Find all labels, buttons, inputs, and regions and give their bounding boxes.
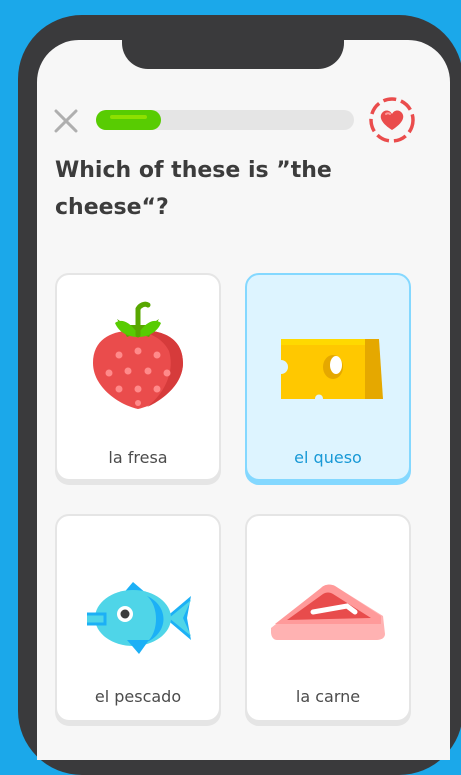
meat-icon (271, 584, 385, 640)
option-label: el queso (294, 448, 362, 467)
question-prompt: Which of these is ”the cheese“? (55, 152, 385, 226)
option-label: la fresa (108, 448, 168, 467)
cheese-icon (274, 339, 383, 399)
lesson-progress-bar (96, 110, 354, 130)
option-label: la carne (295, 687, 361, 706)
close-button[interactable] (53, 108, 79, 134)
strawberry-icon (93, 301, 183, 409)
heart-icon (369, 97, 415, 143)
phone-notch (122, 15, 344, 69)
option-card-el-queso[interactable]: el queso (245, 273, 411, 481)
option-card-la-fresa[interactable]: la fresa (55, 273, 221, 481)
option-card-la-carne[interactable]: la carne (245, 514, 411, 722)
option-card-el-pescado[interactable]: el pescado (55, 514, 221, 722)
close-icon (54, 109, 78, 133)
question-line-2: cheese“? (55, 195, 169, 220)
progress-shine (110, 115, 147, 119)
question-line-1: Which of these is ”the (55, 158, 332, 183)
option-label: el pescado (94, 687, 182, 706)
fish-icon (87, 582, 191, 654)
hearts-button[interactable] (367, 95, 417, 145)
progress-fill (96, 110, 161, 130)
